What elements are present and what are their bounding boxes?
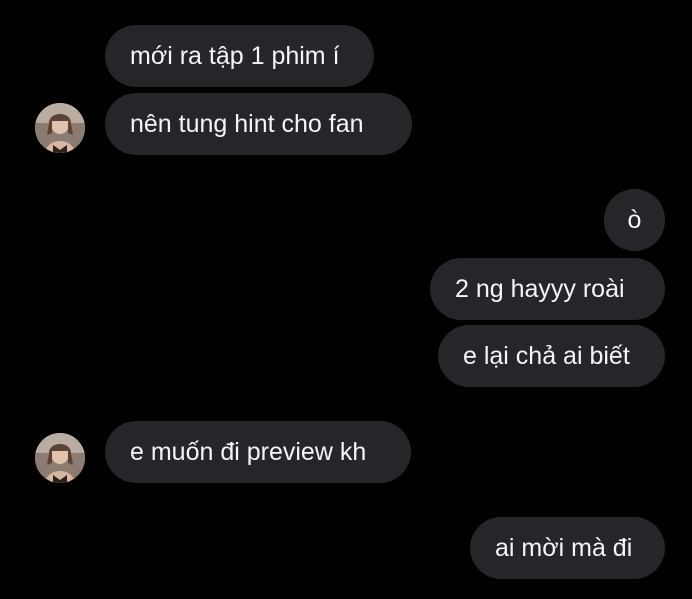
message-bubble-sent[interactable]: 2 ng hayyy roài	[430, 258, 665, 320]
message-text: e lại chả ai biết	[463, 342, 630, 370]
message-text: e muốn đi preview kh	[130, 438, 367, 466]
message-bubble-received[interactable]: mới ra tập 1 phim í	[105, 25, 374, 87]
message-bubble-sent[interactable]: ò	[604, 189, 665, 251]
contact-avatar[interactable]	[35, 433, 85, 483]
message-text: ai mời mà đi	[495, 534, 633, 562]
avatar-photo-icon	[35, 103, 85, 153]
message-text: mới ra tập 1 phim í	[130, 42, 340, 70]
message-bubble-sent[interactable]: e lại chả ai biết	[438, 325, 665, 387]
message-text: ò	[627, 206, 642, 234]
avatar-photo-icon	[35, 433, 85, 483]
message-bubble-received[interactable]: e muốn đi preview kh	[105, 421, 411, 483]
message-text: nên tung hint cho fan	[130, 110, 364, 138]
message-bubble-sent[interactable]: ai mời mà đi	[470, 517, 665, 579]
contact-avatar[interactable]	[35, 103, 85, 153]
message-bubble-received[interactable]: nên tung hint cho fan	[105, 93, 412, 155]
message-text: 2 ng hayyy roài	[455, 275, 625, 303]
